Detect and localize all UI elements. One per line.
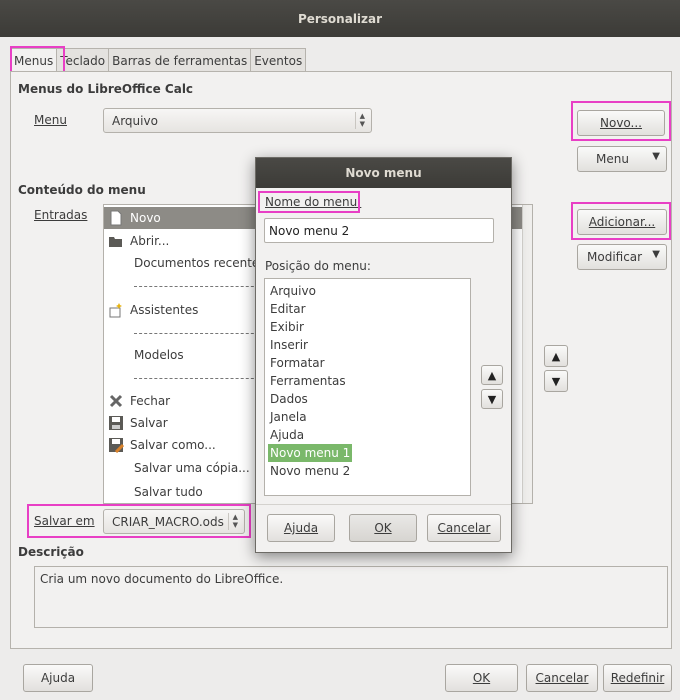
tab-keyboard[interactable]: Teclado: [56, 48, 110, 72]
description-heading: Descrição: [18, 545, 84, 559]
save-icon: [109, 416, 123, 430]
dialog-title: Novo menu: [345, 166, 422, 180]
description-text: Cria um novo documento do LibreOffice.: [40, 572, 284, 586]
chevron-down-icon: ▼: [652, 151, 660, 162]
new-menu-dialog: Novo menu Nome do menu: Posição do menu:…: [255, 157, 512, 553]
arrow-up-icon: ▲: [487, 368, 497, 382]
open-folder-icon: [109, 237, 122, 247]
wizard-icon: [109, 303, 122, 318]
modify-button[interactable]: Modificar ▼: [577, 244, 667, 270]
spin-arrows-icon: ▲ ▼: [228, 513, 238, 530]
description-box: Cria um novo documento do LibreOffice.: [34, 566, 668, 628]
entries-label: Entradas: [34, 208, 88, 222]
list-item[interactable]: Fechar: [104, 390, 170, 412]
tab-bar: Menus Teclado Barras de ferramentas Even…: [10, 48, 307, 72]
position-item[interactable]: Exibir: [268, 318, 306, 336]
position-item[interactable]: Inserir: [268, 336, 310, 354]
position-item[interactable]: Ferramentas: [268, 372, 348, 390]
list-item[interactable]: Assistentes: [104, 299, 198, 321]
menus-heading: Menus do LibreOffice Calc: [18, 82, 194, 96]
menu-dropdown-button[interactable]: Menu ▼: [577, 146, 667, 172]
list-item[interactable]: Salvar como...: [104, 434, 216, 456]
spin-arrows-icon: ▲ ▼: [355, 112, 365, 129]
list-item[interactable]: Salvar tudo: [104, 481, 203, 503]
content-heading: Conteúdo do menu: [18, 183, 146, 197]
dialog-titlebar: Novo menu: [256, 158, 511, 188]
list-separator: [134, 286, 264, 287]
position-up-button[interactable]: ▲: [481, 365, 503, 385]
ok-button[interactable]: OK: [445, 664, 518, 692]
dialog-ok-button[interactable]: OK: [349, 514, 417, 542]
window-title: Personalizar: [297, 11, 383, 26]
position-item[interactable]: Dados: [268, 390, 310, 408]
cancel-button[interactable]: Cancelar: [526, 664, 598, 692]
menu-select-value: Arquivo: [112, 113, 158, 128]
save-in-select[interactable]: CRIAR_MACRO.ods ▲ ▼: [103, 509, 245, 534]
arrow-down-icon: ▼: [551, 374, 561, 388]
position-item[interactable]: Formatar: [268, 354, 327, 372]
menu-label: Menu: [34, 113, 67, 127]
menu-position-label: Posição do menu:: [265, 259, 371, 273]
menu-position-list[interactable]: Arquivo Editar Exibir Inserir Formatar F…: [264, 278, 471, 496]
list-separator: [134, 333, 264, 334]
tab-events[interactable]: Eventos: [250, 48, 307, 72]
dialog-help-button[interactable]: Ajuda: [267, 514, 335, 542]
arrow-down-icon: ▼: [487, 392, 497, 406]
add-button[interactable]: Adicionar...: [577, 209, 667, 235]
window-titlebar: Personalizar: [0, 0, 680, 37]
position-item[interactable]: Janela: [268, 408, 309, 426]
help-button[interactable]: Ajuda: [23, 664, 93, 692]
move-up-button[interactable]: ▲: [544, 345, 568, 367]
list-item[interactable]: Salvar uma cópia...: [104, 457, 250, 479]
save-as-icon: [109, 438, 124, 453]
position-item[interactable]: Editar: [268, 300, 308, 318]
position-down-button[interactable]: ▼: [481, 389, 503, 409]
list-item[interactable]: Salvar: [104, 412, 168, 434]
move-down-button[interactable]: ▼: [544, 370, 568, 392]
close-icon: [109, 394, 123, 408]
position-item-selected[interactable]: Novo menu 1: [268, 444, 353, 462]
position-item[interactable]: Arquivo: [268, 282, 318, 300]
list-item[interactable]: Documentos recentes: [104, 252, 266, 274]
list-separator: [134, 378, 264, 379]
list-item[interactable]: Abrir...: [104, 230, 169, 252]
menu-name-input[interactable]: [264, 218, 494, 243]
save-in-value: CRIAR_MACRO.ods: [112, 514, 224, 529]
tab-toolbars[interactable]: Barras de ferramentas: [108, 48, 252, 72]
tab-menus[interactable]: Menus: [10, 48, 58, 72]
dialog-cancel-button[interactable]: Cancelar: [427, 514, 501, 542]
menu-select[interactable]: Arquivo ▲ ▼: [103, 108, 372, 133]
position-item[interactable]: Novo menu 2: [268, 462, 352, 480]
position-item[interactable]: Ajuda: [268, 426, 306, 444]
menu-name-label: Nome do menu:: [265, 195, 362, 209]
chevron-down-icon: ▼: [652, 249, 660, 260]
save-in-label: Salvar em: [34, 514, 95, 528]
list-scrollbar[interactable]: [522, 205, 532, 503]
reset-button[interactable]: Redefinir: [603, 664, 672, 692]
arrow-up-icon: ▲: [551, 349, 561, 363]
new-menu-button[interactable]: Novo...: [577, 110, 665, 136]
list-item[interactable]: Modelos: [104, 344, 184, 366]
new-document-icon: [110, 210, 122, 226]
